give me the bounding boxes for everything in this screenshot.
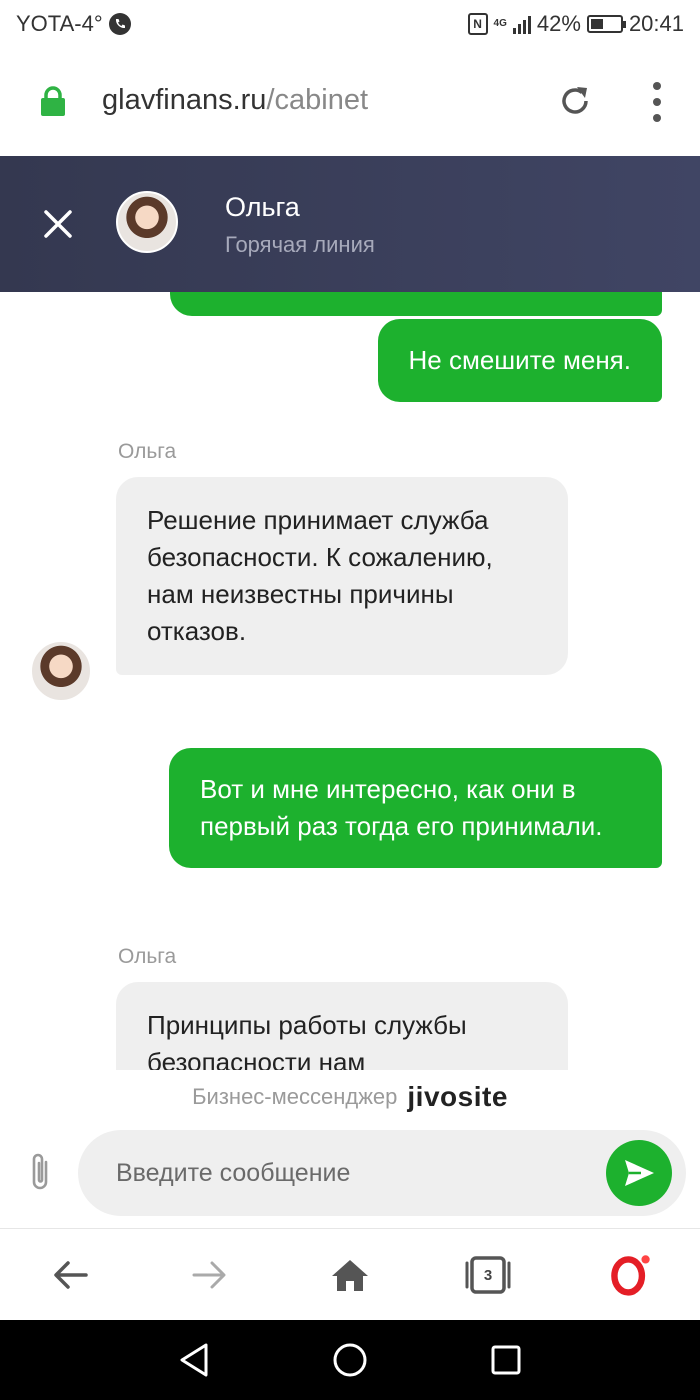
tabs-icon[interactable]: 3: [465, 1253, 511, 1297]
branding-text: Бизнес-мессенджер: [192, 1084, 398, 1109]
agent-role: Горячая линия: [225, 232, 375, 257]
signal-icon: [512, 14, 531, 34]
android-back-icon[interactable]: [172, 1338, 216, 1382]
back-arrow-icon[interactable]: [48, 1253, 92, 1297]
carrier-label: YOTA-4°: [16, 11, 103, 36]
message-bubble-incoming: Принципы работы службы безопасности нам: [116, 982, 568, 1070]
chat-header: Ольга Горячая линия: [0, 156, 700, 292]
agent-name: Ольга: [225, 192, 300, 222]
tabs-count: 3: [483, 1266, 493, 1284]
status-left: YOTA-4°: [16, 11, 131, 37]
message-sender: Ольга: [118, 945, 177, 968]
jivosite-logo: jivosite: [407, 1081, 508, 1112]
branding-line: Бизнес-мессенджер jivosite: [0, 1070, 700, 1124]
nfc-icon: N: [467, 13, 488, 35]
send-button[interactable]: [606, 1140, 672, 1206]
message-bubble-outgoing: Не смешите меня.: [377, 319, 662, 402]
message-bubble-incoming: Решение принимает служба безопасности. К…: [116, 477, 568, 675]
close-icon[interactable]: [38, 204, 78, 244]
send-icon: [625, 1160, 654, 1186]
lock-icon: [40, 86, 66, 116]
battery-percent: 42%: [536, 11, 581, 36]
android-recents-icon[interactable]: [484, 1338, 528, 1382]
message-text: Вот и мне интересно, как они в первый ра…: [200, 774, 603, 841]
clock: 20:41: [628, 11, 684, 36]
url-field[interactable]: glavfinans.ru/cabinet: [102, 84, 368, 117]
message-text: Принципы работы службы безопасности нам: [147, 1010, 467, 1070]
message-bubble-cropped: [170, 292, 662, 316]
message-input[interactable]: [78, 1130, 686, 1216]
status-bar: YOTA-4° N 4G 42% 20:41: [0, 0, 700, 48]
call-icon: [108, 13, 131, 35]
message-sender: Ольга: [118, 440, 177, 463]
status-right: N 4G 42% 20:41: [467, 11, 684, 37]
android-nav-bar: [0, 1320, 700, 1400]
agent-avatar: [30, 640, 92, 702]
url-domain: glavfinans.ru: [102, 84, 267, 116]
browser-url-bar: glavfinans.ru/cabinet: [0, 48, 700, 156]
chat-messages[interactable]: Не смешите меня. Ольга Решение принимает…: [0, 292, 700, 1070]
message-text: Решение принимает служба безопасности. К…: [147, 505, 493, 646]
network-type-label: 4G: [493, 18, 507, 29]
url-path: /cabinet: [266, 84, 369, 116]
home-icon[interactable]: [328, 1253, 372, 1297]
browser-bottom-nav: 3: [0, 1228, 700, 1320]
forward-arrow-icon[interactable]: [188, 1253, 232, 1297]
battery-icon: [586, 15, 626, 33]
agent-avatar: [116, 191, 178, 253]
opera-icon[interactable]: [608, 1253, 652, 1297]
reload-icon[interactable]: [556, 82, 594, 120]
menu-icon[interactable]: [650, 82, 664, 122]
message-input-row: [0, 1124, 700, 1228]
message-text: Не смешите меня.: [408, 345, 631, 375]
android-home-icon[interactable]: [328, 1338, 372, 1382]
paperclip-icon[interactable]: [26, 1150, 56, 1194]
message-bubble-outgoing: Вот и мне интересно, как они в первый ра…: [169, 748, 662, 868]
